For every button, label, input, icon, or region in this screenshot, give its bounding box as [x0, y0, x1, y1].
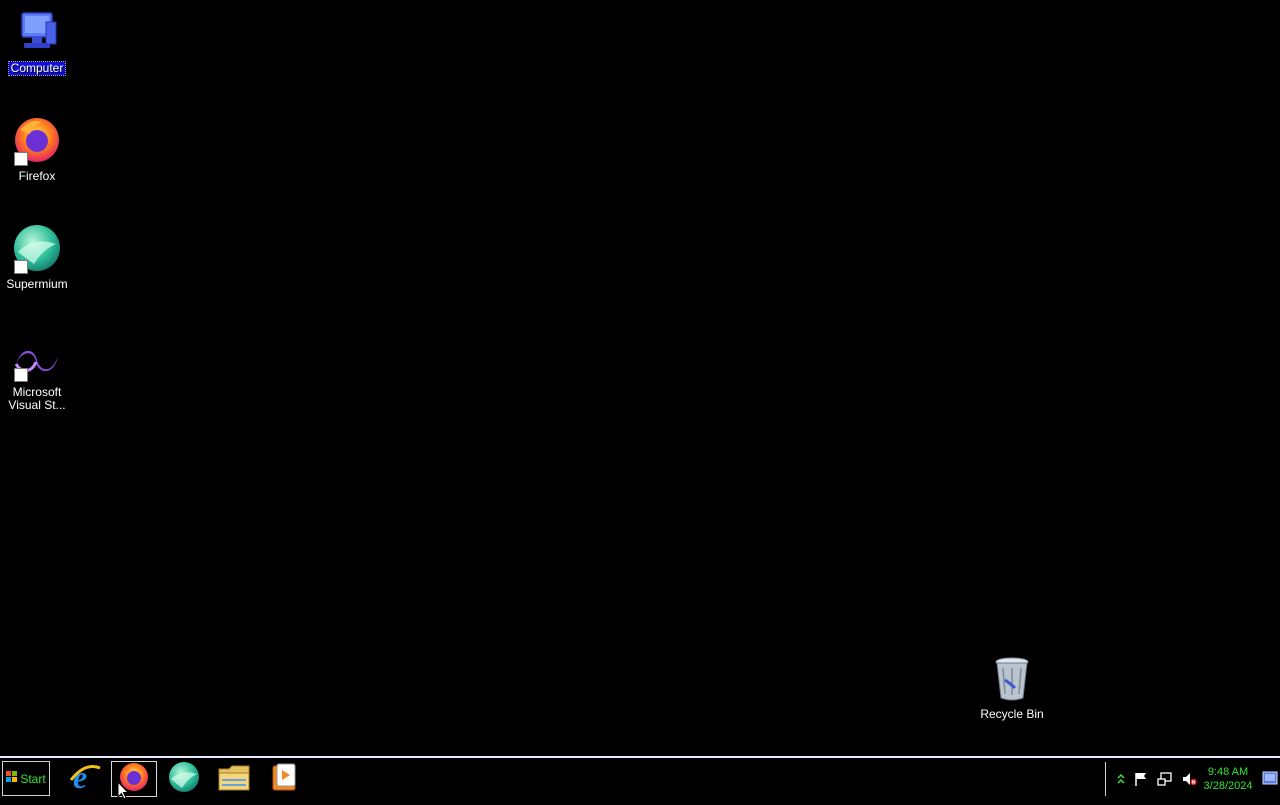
desktop-icon-label: Computer — [7, 61, 67, 76]
shortcut-arrow-icon — [14, 368, 28, 382]
file-explorer-icon — [217, 761, 251, 798]
show-desktop-icon[interactable] — [1262, 771, 1278, 785]
media-player-icon — [269, 762, 299, 797]
system-tray: 9:48 AM 3/28/2024 — [1105, 762, 1280, 796]
clock[interactable]: 9:48 AM 3/28/2024 — [1198, 765, 1258, 793]
computer-icon — [12, 8, 62, 58]
desktop[interactable]: Computer Firefox Supermium Microsoft Vis… — [0, 0, 1280, 756]
taskbar-button-supermium[interactable] — [161, 761, 207, 797]
desktop-icon-visual-studio[interactable]: Microsoft Visual St... — [1, 340, 73, 412]
start-label: Start — [20, 771, 46, 786]
show-hidden-icons-chevron-icon[interactable] — [1112, 770, 1130, 788]
desktop-icon-label: Firefox — [18, 169, 56, 183]
taskbar-button-firefox[interactable] — [111, 761, 157, 797]
desktop-icon-label: Supermium — [6, 277, 68, 291]
taskbar-button-internet-explorer[interactable]: e — [62, 759, 108, 799]
windows-logo-icon — [6, 771, 18, 786]
action-center-flag-icon[interactable] — [1132, 770, 1150, 788]
desktop-icon-label-line1: Microsoft — [12, 385, 62, 399]
desktop-icon-label: Recycle Bin — [980, 707, 1044, 721]
desktop-icon-computer[interactable]: Computer — [1, 8, 73, 76]
internet-explorer-icon: e — [68, 759, 102, 799]
clock-time: 9:48 AM — [1207, 766, 1249, 778]
clock-date: 3/28/2024 — [1203, 780, 1253, 792]
desktop-icon-firefox[interactable]: Firefox — [1, 116, 73, 183]
desktop-icon-label: Microsoft Visual St... — [6, 386, 67, 412]
start-button[interactable]: Start — [2, 761, 50, 796]
firefox-icon — [118, 761, 150, 798]
taskbar-button-media-player[interactable] — [261, 761, 307, 797]
desktop-icon-supermium[interactable]: Supermium — [1, 224, 73, 291]
shortcut-arrow-icon — [14, 152, 28, 166]
taskbar-button-file-explorer[interactable] — [211, 761, 257, 797]
desktop-icon-label-line2: Visual St... — [8, 398, 66, 412]
supermium-icon — [168, 761, 200, 798]
supermium-icon — [12, 224, 62, 274]
recycle-bin-icon — [987, 654, 1037, 704]
network-icon[interactable] — [1156, 770, 1174, 788]
shortcut-arrow-icon — [14, 260, 28, 274]
volume-muted-icon[interactable] — [1180, 770, 1198, 788]
desktop-icon-recycle-bin[interactable]: Recycle Bin — [976, 654, 1048, 721]
firefox-icon — [12, 116, 62, 166]
visual-studio-icon — [12, 340, 62, 382]
taskbar: Start e 9:48 AM 3/28/2024 — [0, 756, 1280, 800]
